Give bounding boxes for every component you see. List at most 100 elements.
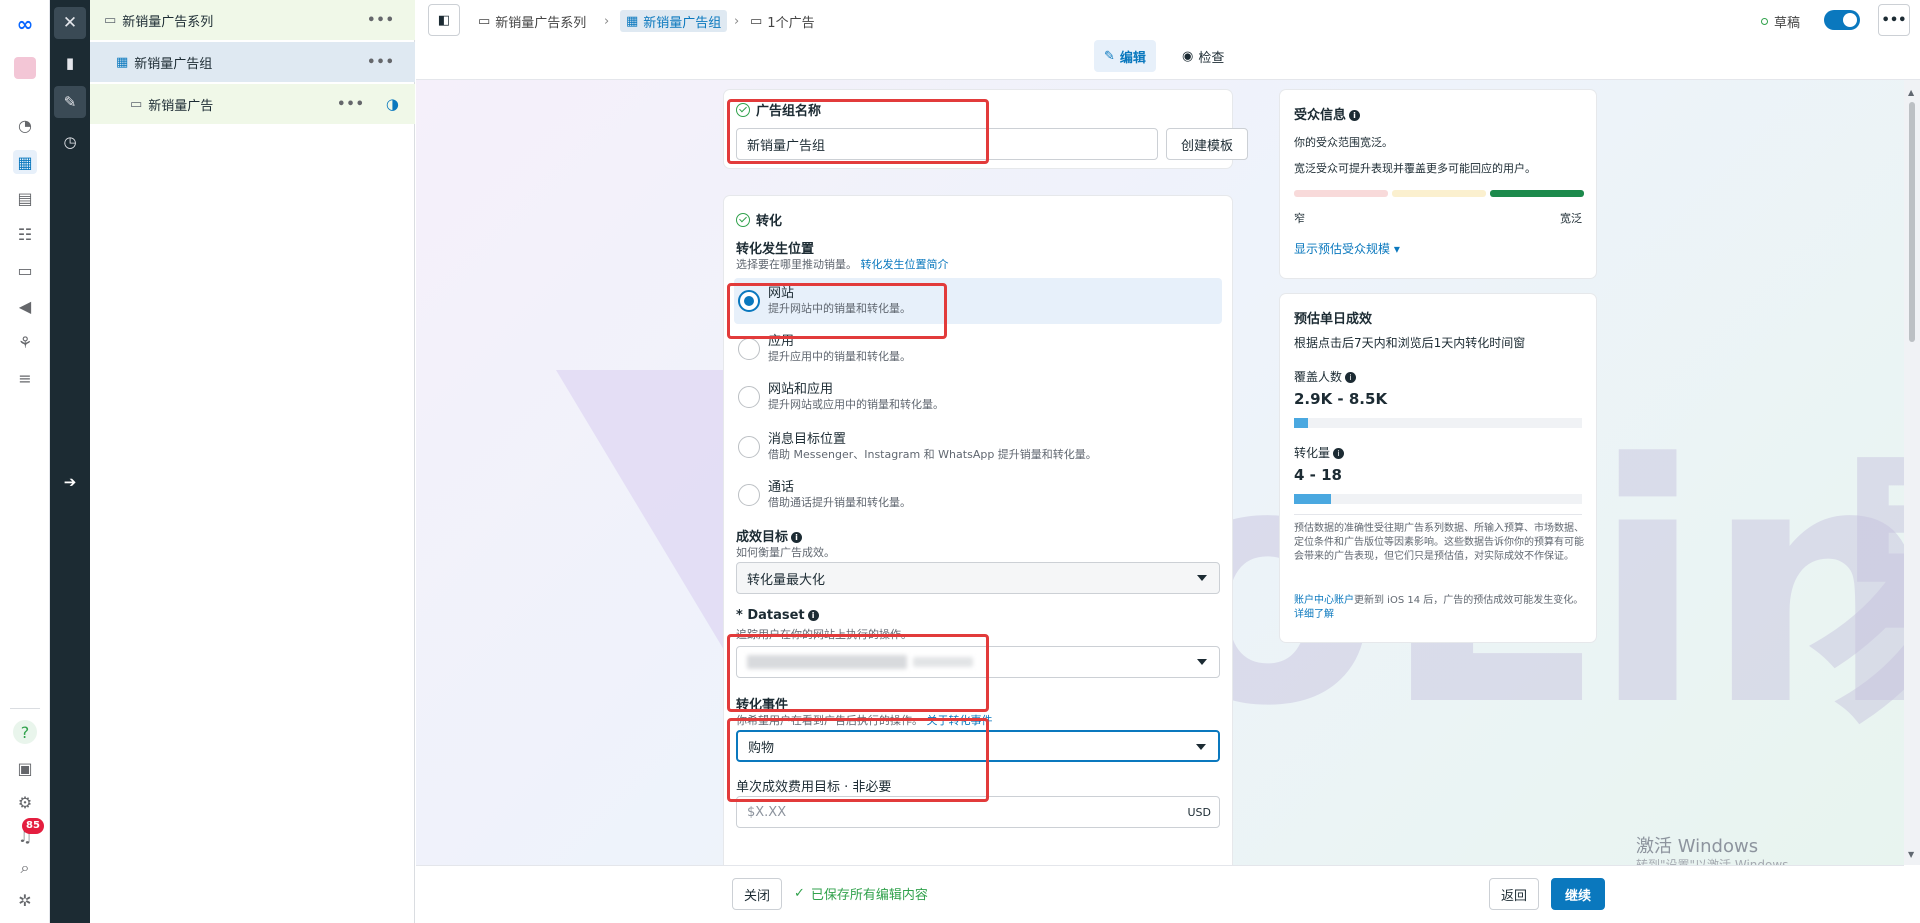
charts-icon[interactable]: ▮	[54, 47, 86, 79]
option-label: 通话	[768, 480, 795, 495]
dataset-title: * Dataset i	[736, 608, 819, 623]
info-icon[interactable]: i	[791, 532, 803, 543]
half-circle-icon[interactable]: ◑	[386, 95, 399, 113]
reach-bar	[1294, 418, 1582, 428]
more-icon[interactable]: •••	[367, 13, 395, 28]
radio-website-and-app[interactable]	[738, 386, 760, 408]
show-audience-size-link[interactable]: 显示预估受众规模 ▾	[1294, 240, 1400, 257]
info-icon[interactable]: i	[807, 610, 819, 621]
adset-grid-icon: ▦	[626, 13, 639, 29]
back-button[interactable]: 返回	[1489, 878, 1539, 910]
conv-bar	[1294, 494, 1582, 504]
menu-icon[interactable]: ≡	[13, 366, 37, 390]
info-icon[interactable]: i	[1333, 448, 1345, 459]
more-options-button[interactable]: •••	[1878, 4, 1910, 36]
ad-doc-icon: ▭	[130, 96, 143, 112]
toggle-panel-button[interactable]: ◧	[428, 4, 460, 36]
event-link[interactable]: 关于转化事件	[927, 714, 993, 727]
history-icon[interactable]: ◷	[54, 126, 86, 158]
tab-review-label: 检查	[1198, 50, 1225, 66]
check-icon: ✓	[794, 886, 805, 901]
adset-name-card: 广告组名称 新销量广告组 创建模板	[724, 90, 1248, 168]
option-desc: 提升应用中的销量和转化量。	[768, 350, 911, 363]
continue-button[interactable]: 继续	[1551, 878, 1605, 910]
audience-title: 受众信息 i	[1294, 104, 1361, 123]
news-icon[interactable]: ▣	[13, 756, 37, 780]
option-desc: 提升网站或应用中的销量和转化量。	[768, 398, 944, 411]
conversion-title: 转化	[756, 214, 783, 229]
goal-select[interactable]: 转化量最大化	[736, 562, 1220, 594]
edit-pencil-icon[interactable]: ✎	[54, 86, 86, 118]
audience-line1: 你的受众范围宽泛。	[1294, 136, 1393, 149]
panel-icon: ◧	[437, 12, 451, 28]
breadcrumb-adset[interactable]: ▦ 新销量广告组	[620, 10, 728, 32]
breadcrumb-campaign[interactable]: ▭ 新销量广告系列	[478, 10, 586, 32]
event-select[interactable]: 购物	[736, 730, 1220, 762]
event-value: 购物	[748, 740, 775, 756]
account-avatar[interactable]	[13, 56, 37, 80]
option-label: 消息目标位置	[768, 432, 847, 447]
adset-name-input[interactable]: 新销量广告组	[736, 128, 1158, 160]
option-desc: 借助通话提升销量和转化量。	[768, 496, 911, 509]
megaphone-icon[interactable]: ◀	[13, 294, 37, 318]
notification-badge: 85	[22, 818, 44, 834]
gauge-medium	[1392, 190, 1486, 197]
more-icon[interactable]: •••	[367, 55, 395, 70]
location-link[interactable]: 转化发生位置简介	[861, 258, 949, 271]
dataset-select[interactable]	[736, 646, 1220, 678]
tree-item-campaign[interactable]: ▭ 新销量广告系列 •••	[90, 0, 415, 40]
cost-input[interactable]: $X.XX USD	[736, 796, 1220, 828]
goal-desc: 如何衡量广告成效。	[736, 546, 835, 559]
settings-icon[interactable]: ⚙	[13, 790, 37, 814]
network-icon[interactable]: ⚘	[13, 330, 37, 354]
tab-review[interactable]: ◉ 检查	[1174, 40, 1232, 72]
status-dot-icon	[1761, 17, 1768, 25]
radio-calls[interactable]	[738, 484, 760, 506]
create-template-button[interactable]: 创建模板	[1166, 128, 1248, 160]
eye-icon: ◉	[1182, 48, 1194, 64]
reach-value: 2.9K - 8.5K	[1294, 390, 1388, 408]
scrollbar-thumb[interactable]	[1909, 102, 1915, 342]
audiences-icon[interactable]: ☷	[13, 222, 37, 246]
cost-currency: USD	[1187, 805, 1211, 819]
bottom-bar: 关闭 ✓ 已保存所有编辑内容 返回 继续	[416, 865, 1904, 923]
conversion-header: 转化	[736, 210, 782, 229]
close-button[interactable]: 关闭	[732, 878, 782, 910]
ios-account-link[interactable]: 账户中心账户	[1294, 595, 1354, 606]
radio-website[interactable]	[738, 290, 760, 312]
tab-edit[interactable]: ✎ 编辑	[1094, 40, 1156, 72]
tree-item-adset[interactable]: ▦ 新销量广告组 •••	[90, 42, 415, 82]
info-icon[interactable]: i	[1345, 372, 1357, 383]
scroll-down-icon[interactable]: ▼	[1908, 850, 1914, 859]
search-icon[interactable]: ⌕	[13, 856, 37, 880]
pages-icon[interactable]: ▤	[13, 186, 37, 210]
scrollbar[interactable]: ▲ ▼	[1904, 80, 1920, 865]
more-icon[interactable]: •••	[337, 97, 365, 112]
meta-logo-icon[interactable]: ∞	[13, 12, 37, 36]
scroll-up-icon[interactable]: ▲	[1908, 88, 1914, 97]
tree-item-ad[interactable]: ▭ 新销量广告 ••• ◑	[90, 84, 415, 124]
breadcrumb-label: 1个广告	[767, 15, 815, 31]
info-icon[interactable]: i	[1349, 110, 1361, 121]
help-icon[interactable]: ?	[13, 720, 37, 744]
cost-placeholder: $X.XX	[747, 804, 787, 820]
tree-label-ad: 新销量广告	[148, 98, 214, 114]
ios-note: 账户中心账户更新到 iOS 14 后，广告的预估成效可能发生变化。详细了解	[1294, 594, 1584, 622]
ads-manager-icon[interactable]: ▦	[13, 150, 37, 174]
option-label: 网站和应用	[768, 382, 834, 397]
check-circle-icon	[736, 102, 750, 117]
bug-icon[interactable]: ✲	[13, 888, 37, 912]
tree-label-adset: 新销量广告组	[134, 56, 213, 72]
ios-learn-more-link[interactable]: 详细了解	[1294, 609, 1334, 620]
breadcrumb-ads[interactable]: ▭ 1个广告	[750, 10, 815, 32]
radio-app[interactable]	[738, 338, 760, 360]
billing-icon[interactable]: ▭	[13, 258, 37, 282]
close-icon[interactable]: ✕	[54, 7, 86, 39]
dashboard-icon[interactable]: ◔	[13, 113, 37, 137]
estimates-note: 预估数据的准确性受往期广告系列数据、所输入预算、市场数据、定位条件和广告版位等因…	[1294, 523, 1584, 562]
publish-toggle[interactable]	[1824, 10, 1860, 30]
expand-icon[interactable]: ➔	[54, 466, 86, 498]
radio-messaging[interactable]	[738, 436, 760, 458]
conversion-card: 转化 转化发生位置 选择要在哪里推动销量。 转化发生位置简介 网站 提升网站中的…	[724, 196, 1232, 865]
audience-link-text: 显示预估受众规模	[1294, 242, 1391, 256]
